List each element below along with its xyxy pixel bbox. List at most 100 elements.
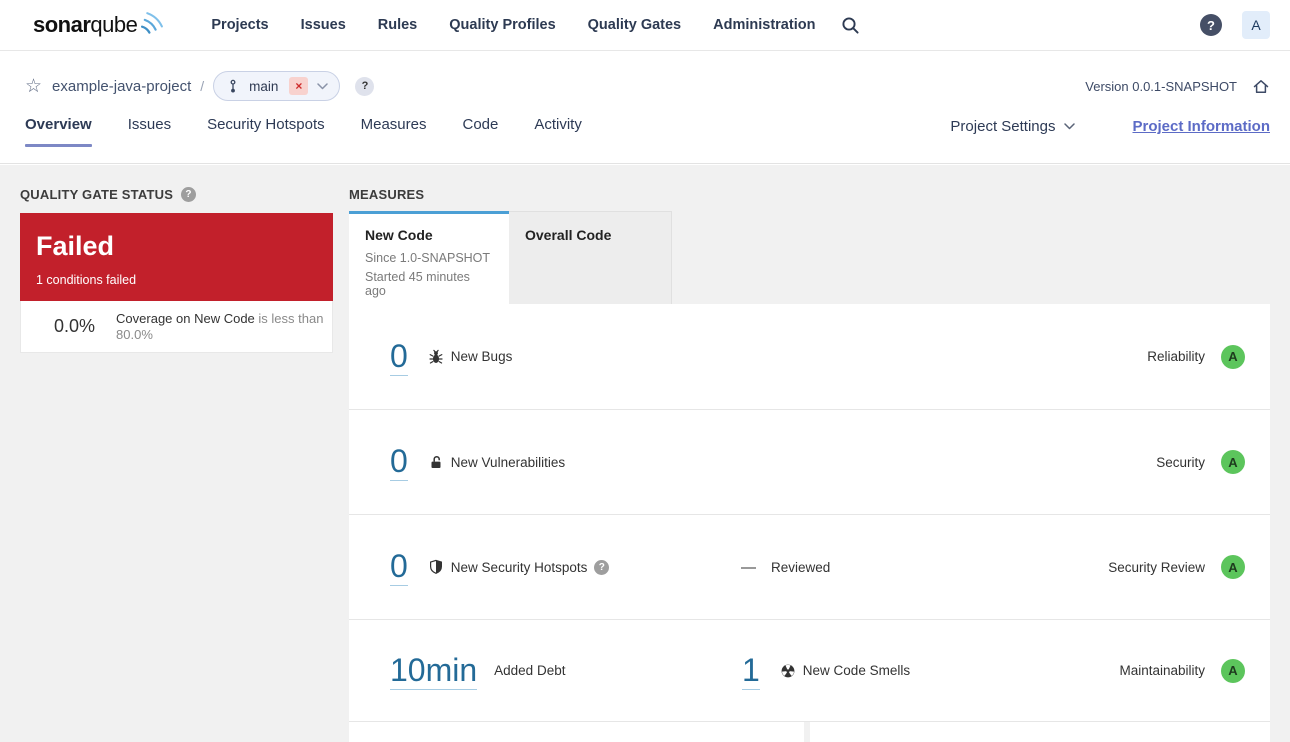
new-vulnerabilities-label-group: New Vulnerabilities <box>428 454 565 470</box>
tab-measures[interactable]: Measures <box>361 116 427 147</box>
measure-row-maintainability: 10min Added Debt 1 New Code Smells Maint… <box>349 620 1270 722</box>
bottom-partial-row <box>349 722 1270 742</box>
new-vulnerabilities-count-link[interactable]: 0 <box>390 443 408 481</box>
project-information-link[interactable]: Project Information <box>1132 118 1270 135</box>
project-header: ☆ example-java-project / main × ? Versio… <box>0 51 1290 164</box>
security-hotspots-help-icon[interactable]: ? <box>594 559 610 575</box>
project-tabs-row: Overview Issues Security Hotspots Measur… <box>25 116 1270 147</box>
shield-icon <box>428 559 444 575</box>
main-nav: Projects Issues Rules Quality Profiles Q… <box>211 17 815 33</box>
nav-item-quality-gates[interactable]: Quality Gates <box>588 17 681 33</box>
bottom-panel-left <box>349 722 804 742</box>
tab-activity[interactable]: Activity <box>534 116 582 147</box>
breadcrumb-separator: / <box>200 78 205 94</box>
logo-swoosh-icon <box>138 9 165 36</box>
new-security-hotspots-count-link[interactable]: 0 <box>390 548 408 586</box>
logo-qube: qube <box>90 12 138 37</box>
reliability-rating-group: Reliability A <box>1147 344 1245 369</box>
sonarqube-logo[interactable]: sonarqube <box>33 12 165 38</box>
security-review-rating-group: Security Review A <box>1108 555 1245 579</box>
new-code-smells-label-group: New Code Smells <box>780 663 910 679</box>
new-code-smells-count-link[interactable]: 1 <box>742 652 760 690</box>
new-vulnerabilities-label: New Vulnerabilities <box>450 454 566 470</box>
maintainability-rating-group: Maintainability A <box>1119 658 1245 683</box>
overall-code-tab-label: Overall Code <box>525 227 612 243</box>
branch-selector[interactable]: main × <box>213 71 341 101</box>
quality-gate-help-icon[interactable]: ? <box>181 186 197 202</box>
nav-item-rules[interactable]: Rules <box>378 17 418 33</box>
branch-icon <box>226 79 240 94</box>
quality-gate-conditions-failed: 1 conditions failed <box>36 273 137 287</box>
measure-row-security-hotspots: 0 New Security Hotspots ? — Reviewed Sec… <box>349 515 1270 620</box>
nav-item-administration[interactable]: Administration <box>713 17 815 33</box>
added-debt-link[interactable]: 10min <box>390 652 478 690</box>
security-label: Security <box>1156 454 1205 470</box>
reviewed-group: — Reviewed <box>741 559 830 576</box>
security-review-label: Security Review <box>1108 559 1205 575</box>
quality-gate-title: QUALITY GATE STATUS <box>20 186 174 202</box>
maintainability-rating-badge: A <box>1221 658 1245 683</box>
new-code-smells-label: New Code Smells <box>802 663 911 678</box>
tab-security-hotspots[interactable]: Security Hotspots <box>207 116 325 147</box>
reviewed-label: Reviewed <box>771 559 831 575</box>
new-security-hotspots-label: New Security Hotspots <box>450 559 588 575</box>
avatar[interactable]: A <box>1242 11 1270 39</box>
reviewed-dash: — <box>741 558 756 576</box>
code-smell-icon <box>780 663 796 679</box>
breadcrumb-right: Version 0.0.1-SNAPSHOT <box>1085 78 1270 95</box>
security-rating-group: Security A <box>1156 450 1245 474</box>
nav-item-issues[interactable]: Issues <box>301 17 346 33</box>
measures-tabs: New Code Since 1.0-SNAPSHOT Started 45 m… <box>349 211 1270 304</box>
condition-text: Coverage on New Code is less than 80.0% <box>116 311 328 343</box>
quality-gate-panel: QUALITY GATE STATUS ? Failed 1 condition… <box>20 186 333 353</box>
new-code-since: Since 1.0-SNAPSHOT <box>365 251 491 265</box>
security-rating-badge: A <box>1221 450 1245 474</box>
quality-gate-status-card: Failed 1 conditions failed <box>20 213 333 301</box>
bottom-panel-right <box>810 722 1270 742</box>
close-icon[interactable]: × <box>289 77 309 95</box>
new-bugs-count-link[interactable]: 0 <box>390 338 408 376</box>
new-security-hotspots-label-group: New Security Hotspots ? <box>428 559 610 575</box>
quality-gate-condition: 0.0% Coverage on New Code is less than 8… <box>20 301 333 353</box>
help-icon[interactable]: ? <box>1200 14 1222 36</box>
measures-title: MEASURES <box>349 186 425 202</box>
tab-code[interactable]: Code <box>462 116 498 147</box>
new-bugs-label-group: New Bugs <box>428 349 513 365</box>
overview-content: QUALITY GATE STATUS ? Failed 1 condition… <box>0 165 1290 742</box>
logo-sonar: sonar <box>33 12 91 37</box>
tab-overview[interactable]: Overview <box>25 116 92 147</box>
quality-gate-status: Failed <box>36 231 115 261</box>
quality-gate-title-row: QUALITY GATE STATUS ? <box>20 186 333 202</box>
sonarqube-app: sonarqube Projects Issues Rules Quality … <box>0 0 1290 742</box>
branch-help-icon[interactable]: ? <box>355 76 375 96</box>
nav-item-quality-profiles[interactable]: Quality Profiles <box>449 17 555 33</box>
tab-issues[interactable]: Issues <box>128 116 171 147</box>
measure-row-bugs: 0 New Bugs Reliability A <box>349 304 1270 410</box>
chevron-down-icon <box>1064 123 1076 130</box>
nav-item-projects[interactable]: Projects <box>211 17 268 33</box>
new-code-tab-label: New Code <box>365 227 433 243</box>
condition-metric: Coverage on New Code <box>116 310 255 326</box>
maintainability-label: Maintainability <box>1119 663 1205 678</box>
bug-icon <box>428 349 444 365</box>
search-icon[interactable] <box>841 16 860 35</box>
favorite-star-icon[interactable]: ☆ <box>25 77 42 96</box>
condition-value: 0.0% <box>54 316 96 336</box>
measures-rows: 0 New Bugs Reliability A 0 New Vulnerabi… <box>349 304 1270 742</box>
branch-name: main <box>249 78 279 94</box>
project-settings-dropdown[interactable]: Project Settings <box>950 118 1076 135</box>
tab-overall-code[interactable]: Overall Code <box>509 211 672 304</box>
global-navbar: sonarqube Projects Issues Rules Quality … <box>0 0 1290 51</box>
project-name-link[interactable]: example-java-project <box>52 78 191 95</box>
added-debt-label: Added Debt <box>494 663 566 678</box>
new-bugs-label: New Bugs <box>450 349 513 364</box>
project-header-actions: Project Settings Project Information <box>950 118 1270 145</box>
chevron-down-icon[interactable] <box>317 82 329 90</box>
new-code-smells-group: 1 New Code Smells <box>742 652 910 690</box>
navbar-right: ? A <box>1200 11 1270 39</box>
tab-new-code[interactable]: New Code Since 1.0-SNAPSHOT Started 45 m… <box>349 211 509 304</box>
project-version: Version 0.0.1-SNAPSHOT <box>1085 78 1237 94</box>
home-icon[interactable] <box>1252 78 1270 95</box>
measures-title-row: MEASURES <box>349 186 1270 202</box>
project-tabs: Overview Issues Security Hotspots Measur… <box>25 116 582 147</box>
